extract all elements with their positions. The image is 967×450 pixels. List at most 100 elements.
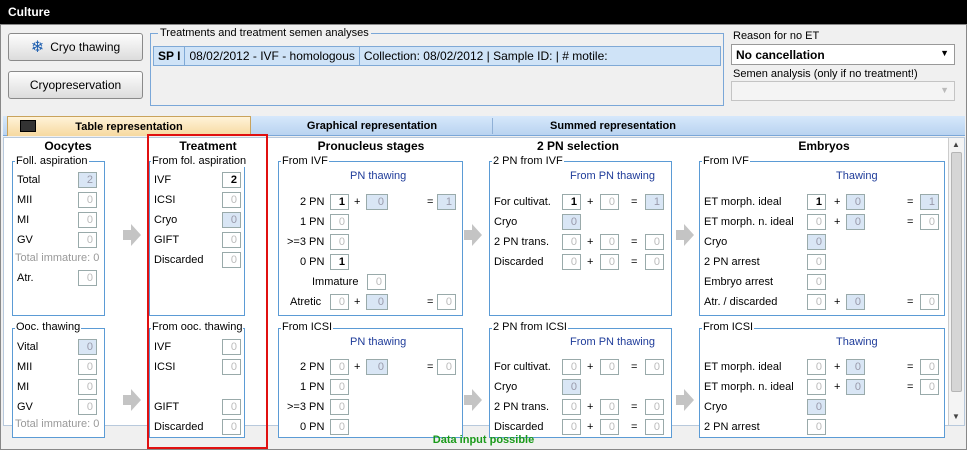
equals-sign: = — [427, 361, 434, 373]
pn2-label: 2 PN — [300, 361, 325, 373]
mii-field[interactable]: 0 — [78, 359, 97, 375]
chevron-down-icon: ▼ — [940, 48, 949, 58]
pn3-field[interactable]: 0 — [330, 234, 349, 250]
et-morph-n-ideal-field[interactable]: 0 — [807, 379, 826, 395]
pn-trans-thaw-field[interactable]: 0 — [600, 399, 619, 415]
pn3-label: >=3 PN — [287, 236, 325, 248]
equals-sign: = — [907, 381, 914, 393]
plus-sign: + — [587, 256, 594, 268]
mi-field[interactable]: 0 — [78, 212, 97, 228]
pn0-field[interactable]: 0 — [330, 419, 349, 435]
discarded-field[interactable]: 0 — [562, 254, 581, 270]
pn-trans-label: 2 PN trans. — [494, 236, 550, 248]
et-morph-ideal-label: ET morph. ideal — [704, 196, 782, 208]
atr-discarded-field[interactable]: 0 — [807, 294, 826, 310]
cryo-field[interactable]: 0 — [562, 214, 581, 230]
immature-field[interactable]: 0 — [367, 274, 386, 290]
pn2-thaw-field[interactable]: 0 — [366, 359, 388, 375]
gv-field[interactable]: 0 — [78, 399, 97, 415]
chevron-down-icon: ▼ — [940, 85, 949, 95]
pn2-field[interactable]: 1 — [330, 194, 349, 210]
pn1-field[interactable]: 0 — [330, 379, 349, 395]
window-title: Culture — [0, 0, 967, 24]
from-pn-thawing-label: From PN thawing — [570, 336, 655, 348]
for-cultivat-field[interactable]: 0 — [562, 359, 581, 375]
atr-discarded-sum-field: 0 — [920, 294, 939, 310]
vertical-scrollbar[interactable]: ▲ ▼ — [948, 138, 964, 425]
et-morph-n-ideal-thaw-field[interactable]: 0 — [846, 379, 865, 395]
reason-dropdown[interactable]: No cancellation ▼ — [731, 44, 955, 65]
pn1-field[interactable]: 0 — [330, 214, 349, 230]
tab-table-representation[interactable]: Table representation — [7, 116, 251, 136]
treatment-collection: Collection: 08/02/2012 | Sample ID: | # … — [363, 49, 608, 63]
mii-label: MII — [17, 194, 33, 206]
pn2-arrest-field[interactable]: 0 — [807, 419, 826, 435]
atretic-field[interactable]: 0 — [330, 294, 349, 310]
for-cultivat-thaw-field[interactable]: 0 — [600, 359, 619, 375]
pn-trans-field[interactable]: 0 — [562, 234, 581, 250]
scroll-down-icon[interactable]: ▼ — [952, 412, 960, 421]
atretic-thaw-field[interactable]: 0 — [366, 294, 388, 310]
tab-graphical-representation[interactable]: Graphical representation — [252, 116, 492, 136]
et-morph-n-ideal-thaw-field[interactable]: 0 — [846, 214, 865, 230]
et-morph-ideal-field[interactable]: 0 — [807, 359, 826, 375]
plus-sign: + — [587, 401, 594, 413]
et-morph-n-ideal-field[interactable]: 0 — [807, 214, 826, 230]
treatments-group — [150, 33, 724, 106]
discarded-thaw-field[interactable]: 0 — [600, 419, 619, 435]
pn2-arrest-label: 2 PN arrest — [704, 256, 760, 268]
treatment-row[interactable]: SP I 08/02/2012 - IVF - homologous Colle… — [153, 46, 721, 66]
pn3-field[interactable]: 0 — [330, 399, 349, 415]
for-cultivat-field[interactable]: 1 — [562, 194, 581, 210]
discarded-sum-field: 0 — [645, 419, 664, 435]
for-cultivat-sum-field: 1 — [645, 194, 664, 210]
plus-sign: + — [354, 361, 361, 373]
plus-sign: + — [834, 361, 841, 373]
discarded-thaw-field[interactable]: 0 — [600, 254, 619, 270]
pn-thawing-label: PN thawing — [350, 170, 407, 182]
cryo-field[interactable]: 0 — [807, 234, 826, 250]
mii-label: MII — [17, 361, 33, 373]
equals-sign: = — [907, 361, 914, 373]
cryo-field[interactable]: 0 — [807, 399, 826, 415]
embryo-arrest-field[interactable]: 0 — [807, 274, 826, 290]
plus-sign: + — [587, 421, 594, 433]
pn0-field[interactable]: 1 — [330, 254, 349, 270]
mii-field[interactable]: 0 — [78, 192, 97, 208]
total-field[interactable]: 2 — [78, 172, 97, 188]
et-morph-n-ideal-sum-field: 0 — [920, 214, 939, 230]
pn-trans-thaw-field[interactable]: 0 — [600, 234, 619, 250]
cryo-thawing-button[interactable]: ❄ Cryo thawing — [8, 33, 143, 61]
scroll-thumb[interactable] — [951, 152, 962, 392]
et-morph-n-ideal-label: ET morph. n. ideal — [704, 216, 794, 228]
pn-trans-label: 2 PN trans. — [494, 401, 550, 413]
et-morph-ideal-field[interactable]: 1 — [807, 194, 826, 210]
total-immature-label: Total immature: 0 — [15, 418, 100, 430]
pn2-arrest-field[interactable]: 0 — [807, 254, 826, 270]
pn2-field[interactable]: 0 — [330, 359, 349, 375]
et-morph-ideal-thaw-field[interactable]: 0 — [846, 359, 865, 375]
et-morph-ideal-thaw-field[interactable]: 0 — [846, 194, 865, 210]
semen-analysis-label: Semen analysis (only if no treatment!) — [733, 68, 918, 80]
arrow-right-icon — [676, 389, 694, 411]
treatment-desc: 08/02/2012 - IVF - homologous — [185, 47, 360, 65]
pn2-thaw-field[interactable]: 0 — [366, 194, 388, 210]
discarded-field[interactable]: 0 — [562, 419, 581, 435]
tab-summed-representation[interactable]: Summed representation — [493, 116, 733, 136]
pn-trans-field[interactable]: 0 — [562, 399, 581, 415]
plus-sign: + — [354, 296, 361, 308]
vital-label: Vital — [17, 341, 39, 353]
vital-field[interactable]: 0 — [78, 339, 97, 355]
atr-discarded-thaw-field[interactable]: 0 — [846, 294, 865, 310]
cryo-field[interactable]: 0 — [562, 379, 581, 395]
mi-field[interactable]: 0 — [78, 379, 97, 395]
cryopreservation-button[interactable]: Cryopreservation — [8, 71, 143, 99]
gv-field[interactable]: 0 — [78, 232, 97, 248]
oocytes-occ-title: Ooc. thawing — [15, 321, 82, 333]
semen-analysis-dropdown[interactable]: ▼ — [731, 81, 955, 101]
atr-label: Atr. — [17, 272, 34, 284]
scroll-up-icon[interactable]: ▲ — [952, 140, 960, 149]
atr-field[interactable]: 0 — [78, 270, 97, 286]
discarded-label: Discarded — [494, 256, 544, 268]
for-cultivat-thaw-field[interactable]: 0 — [600, 194, 619, 210]
